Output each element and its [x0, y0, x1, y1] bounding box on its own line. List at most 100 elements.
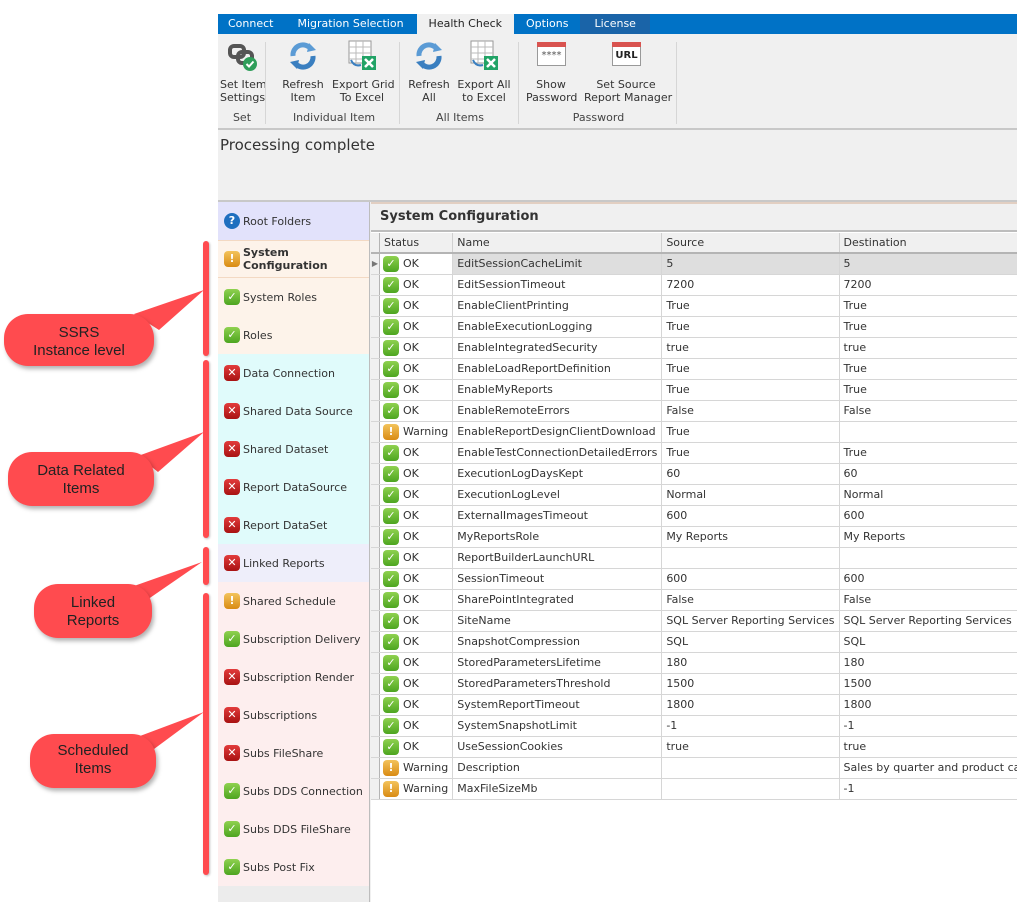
source-cell[interactable]: False: [661, 400, 840, 422]
source-cell[interactable]: 7200: [661, 274, 840, 296]
destination-cell[interactable]: 5: [839, 253, 1017, 275]
table-row[interactable]: ✓ OK SnapshotCompression SQL SQL: [371, 631, 1017, 653]
name-cell[interactable]: StoredParametersLifetime: [452, 652, 663, 674]
name-cell[interactable]: EnableLoadReportDefinition: [452, 358, 663, 380]
row-indicator[interactable]: [371, 694, 380, 716]
source-cell[interactable]: 60: [661, 463, 840, 485]
name-cell[interactable]: SiteName: [452, 610, 663, 632]
source-cell[interactable]: True: [661, 442, 840, 464]
status-cell[interactable]: ✓ OK: [379, 274, 454, 296]
destination-cell[interactable]: False: [839, 400, 1017, 422]
status-cell[interactable]: ✓ OK: [379, 715, 454, 737]
nav-item-system-configuration[interactable]: ! System Configuration: [218, 240, 369, 278]
source-cell[interactable]: 600: [661, 568, 840, 590]
name-cell[interactable]: EnableClientPrinting: [452, 295, 663, 317]
status-cell[interactable]: ✓ OK: [379, 736, 454, 758]
row-indicator[interactable]: [371, 757, 380, 779]
table-row[interactable]: ✓ OK ExternalImagesTimeout 600 600: [371, 505, 1017, 527]
source-cell[interactable]: My Reports: [661, 526, 840, 548]
status-cell[interactable]: ✓ OK: [379, 463, 454, 485]
destination-cell[interactable]: 1800: [839, 694, 1017, 716]
row-indicator[interactable]: [371, 526, 380, 548]
nav-item-linked-reports[interactable]: ✕ Linked Reports: [218, 544, 369, 582]
table-row[interactable]: ✓ OK SystemSnapshotLimit -1 -1: [371, 715, 1017, 737]
source-cell[interactable]: True: [661, 421, 840, 443]
table-row[interactable]: ! Warning EnableReportDesignClientDownload…: [371, 421, 1017, 443]
row-indicator[interactable]: [371, 778, 380, 800]
row-indicator[interactable]: [371, 610, 380, 632]
nav-item-shared-dataset[interactable]: ✕ Shared Dataset: [218, 430, 369, 468]
table-row[interactable]: ✓ OK ExecutionLogDaysKept 60 60: [371, 463, 1017, 485]
table-row[interactable]: ✓ OK EnableClientPrinting True True: [371, 295, 1017, 317]
table-row[interactable]: ✓ OK EnableTestConnectionDetailedErrors Tru…: [371, 442, 1017, 464]
tab-options[interactable]: Options: [514, 14, 580, 34]
destination-cell[interactable]: True: [839, 295, 1017, 317]
name-cell[interactable]: EditSessionTimeout: [452, 274, 663, 296]
source-cell[interactable]: SQL Server Reporting Services: [661, 610, 840, 632]
status-cell[interactable]: ✓ OK: [379, 568, 454, 590]
name-cell[interactable]: SharePointIntegrated: [452, 589, 663, 611]
name-cell[interactable]: EnableIntegratedSecurity: [452, 337, 663, 359]
row-indicator[interactable]: [371, 274, 380, 296]
refresh-item-button[interactable]: Refresh Item: [280, 40, 326, 104]
status-cell[interactable]: ✓ OK: [379, 295, 454, 317]
source-cell[interactable]: True: [661, 316, 840, 338]
row-indicator[interactable]: [371, 442, 380, 464]
row-indicator[interactable]: [371, 337, 380, 359]
status-cell[interactable]: ! Warning: [379, 778, 454, 800]
source-cell[interactable]: -1: [661, 715, 840, 737]
name-cell[interactable]: SystemSnapshotLimit: [452, 715, 663, 737]
destination-cell[interactable]: 600: [839, 568, 1017, 590]
source-cell[interactable]: False: [661, 589, 840, 611]
status-cell[interactable]: ✓ OK: [379, 400, 454, 422]
destination-cell[interactable]: 600: [839, 505, 1017, 527]
destination-cell[interactable]: Normal: [839, 484, 1017, 506]
row-indicator[interactable]: [371, 652, 380, 674]
destination-cell[interactable]: 7200: [839, 274, 1017, 296]
status-cell[interactable]: ✓ OK: [379, 379, 454, 401]
nav-item-data-connection[interactable]: ✕ Data Connection: [218, 354, 369, 392]
status-cell[interactable]: ✓ OK: [379, 673, 454, 695]
destination-cell[interactable]: 180: [839, 652, 1017, 674]
source-cell[interactable]: 1800: [661, 694, 840, 716]
nav-item-subscription-delivery[interactable]: ✓ Subscription Delivery: [218, 620, 369, 658]
row-indicator[interactable]: [371, 316, 380, 338]
set-source-report-manager-button[interactable]: URL Set Source Report Manager: [584, 40, 672, 104]
destination-cell[interactable]: True: [839, 358, 1017, 380]
name-cell[interactable]: EnableRemoteErrors: [452, 400, 663, 422]
source-cell[interactable]: 1500: [661, 673, 840, 695]
table-row[interactable]: ! Warning MaxFileSizeMb -1: [371, 778, 1017, 800]
export-all-to-excel-button[interactable]: Export All to Excel: [457, 40, 511, 104]
row-indicator[interactable]: [371, 736, 380, 758]
nav-item-subs-dds-connection[interactable]: ✓ Subs DDS Connection: [218, 772, 369, 810]
row-indicator[interactable]: [371, 358, 380, 380]
table-row[interactable]: ✓ OK EnableRemoteErrors False False: [371, 400, 1017, 422]
row-indicator[interactable]: [371, 484, 380, 506]
column-header-name[interactable]: Name: [452, 233, 663, 254]
row-indicator[interactable]: [371, 379, 380, 401]
status-cell[interactable]: ✓ OK: [379, 316, 454, 338]
status-cell[interactable]: ✓ OK: [379, 442, 454, 464]
name-cell[interactable]: Description: [452, 757, 663, 779]
table-row[interactable]: ! Warning Description Sales by quarter and …: [371, 757, 1017, 779]
table-row[interactable]: ✓ OK SystemReportTimeout 1800 1800: [371, 694, 1017, 716]
row-indicator[interactable]: [371, 589, 380, 611]
refresh-all-button[interactable]: Refresh All: [407, 40, 451, 104]
status-cell[interactable]: ✓ OK: [379, 526, 454, 548]
table-row[interactable]: ✓ OK MyReportsRole My Reports My Reports: [371, 526, 1017, 548]
source-cell[interactable]: 5: [661, 253, 840, 275]
row-indicator[interactable]: [371, 631, 380, 653]
source-cell[interactable]: true: [661, 337, 840, 359]
row-indicator[interactable]: ▶: [371, 253, 380, 275]
name-cell[interactable]: ExecutionLogDaysKept: [452, 463, 663, 485]
name-cell[interactable]: StoredParametersThreshold: [452, 673, 663, 695]
nav-item-system-roles[interactable]: ✓ System Roles: [218, 278, 369, 316]
status-cell[interactable]: ✓ OK: [379, 652, 454, 674]
nav-item-shared-schedule[interactable]: ! Shared Schedule: [218, 582, 369, 620]
name-cell[interactable]: UseSessionCookies: [452, 736, 663, 758]
destination-cell[interactable]: -1: [839, 778, 1017, 800]
row-indicator[interactable]: [371, 400, 380, 422]
source-cell[interactable]: true: [661, 736, 840, 758]
destination-cell[interactable]: -1: [839, 715, 1017, 737]
nav-item-shared-data-source[interactable]: ✕ Shared Data Source: [218, 392, 369, 430]
